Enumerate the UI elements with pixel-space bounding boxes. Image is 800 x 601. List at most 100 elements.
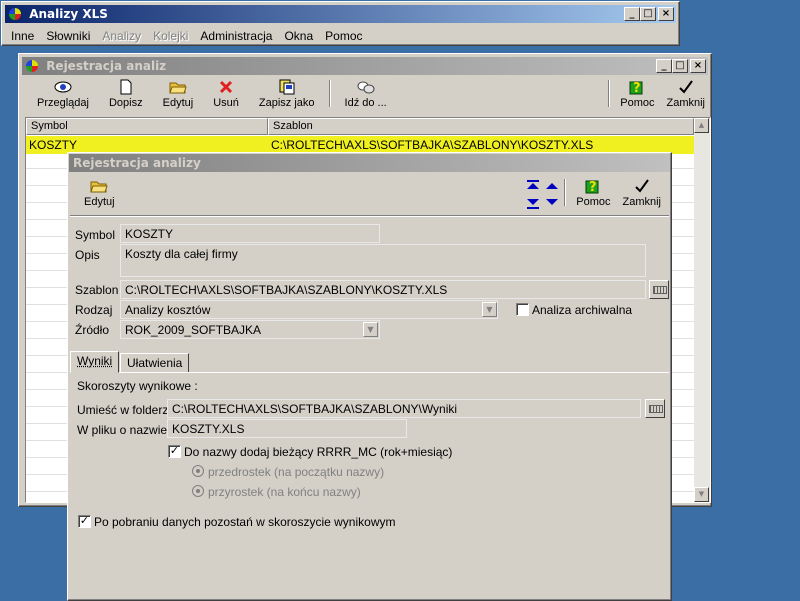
tab-wyniki[interactable]: Wyniki (70, 351, 120, 373)
cell-szablon: C:\ROLTECH\AXLS\SOFTBAJKA\SZABLONY\KOSZT… (271, 138, 594, 152)
main-window: Analizy XLS _ □ × Inne Słowniki Analizy … (1, 1, 680, 46)
szablon-label: Szablon (75, 283, 119, 297)
close-button[interactable]: × (690, 59, 706, 73)
add-date-checkbox[interactable]: ✓ (168, 445, 181, 458)
app-logo-icon (26, 60, 38, 72)
help-icon: ? (627, 78, 647, 96)
delete-x-icon (216, 78, 236, 96)
main-menu-bar: Inne Słowniki Analizy Kolejki Administra… (5, 26, 676, 46)
dialog-edytuj-button[interactable]: Edytuj (74, 177, 125, 208)
tab-panel-border (70, 372, 669, 373)
stay-in-workbook-checkbox[interactable]: ✓ (78, 515, 91, 528)
opis-label: Opis (75, 248, 100, 262)
svg-text:?: ? (633, 81, 641, 95)
symbol-label: Symbol (75, 228, 116, 242)
file-label: W pliku o nazwie (77, 423, 168, 437)
column-header-szablon[interactable]: Szablon (268, 118, 694, 135)
registration-toolbar: Przeglądaj Dopisz Edytuj Usuń Zapisz jak… (27, 78, 397, 109)
pomoc-button[interactable]: ? Pomoc (614, 78, 660, 109)
add-date-label: Do nazwy dodaj bieżący RRRR_MC (rok+mies… (184, 445, 453, 459)
save-as-icon (277, 78, 297, 96)
skoroszyty-heading: Skoroszyty wynikowe : (77, 379, 198, 393)
svg-text:?: ? (589, 180, 597, 194)
maximize-button[interactable]: □ (672, 59, 688, 73)
toolbar-divider (70, 215, 669, 217)
open-folder-icon (168, 78, 188, 96)
prefix-radio-label: przedrostek (na początku nazwy) (208, 465, 385, 479)
opis-field[interactable]: Koszty dla całej firmy (120, 244, 646, 277)
record-navigation (526, 179, 562, 213)
dialog-pomoc-button[interactable]: ? Pomoc (570, 177, 616, 208)
app-logo-icon (9, 8, 21, 20)
dialog-title-text: Rejestracja analizy (73, 156, 201, 170)
toolbar-separator (564, 179, 567, 206)
menu-slowniki[interactable]: Słowniki (40, 26, 96, 46)
analiza-archiwalna-label: Analiza archiwalna (532, 303, 633, 317)
rodzaj-select[interactable]: Analizy kosztów (120, 300, 498, 319)
open-folder-icon (89, 177, 109, 195)
stay-in-workbook-label: Po pobraniu danych pozostań w skoroszyci… (94, 515, 396, 529)
menu-okna[interactable]: Okna (278, 26, 319, 46)
toolbar-separator (328, 80, 331, 107)
previous-record-icon[interactable] (546, 183, 558, 189)
help-icon: ? (583, 177, 603, 195)
checkmark-icon (632, 177, 652, 195)
go-to-icon (356, 78, 376, 96)
scroll-up-button[interactable]: ▲ (694, 118, 709, 133)
menu-analizy[interactable]: Analizy (96, 26, 147, 46)
symbol-field[interactable]: KOSZTY (120, 224, 380, 243)
menu-administracja[interactable]: Administracja (194, 26, 278, 46)
zapisz-jako-button[interactable]: Zapisz jako (249, 78, 325, 109)
rodzaj-dropdown-icon[interactable]: ▼ (482, 302, 497, 317)
minimize-button[interactable]: _ (624, 7, 640, 21)
idz-do-button[interactable]: Idź do ... (335, 78, 397, 109)
prefix-radio[interactable] (192, 465, 204, 477)
new-document-icon (116, 78, 136, 96)
menu-inne[interactable]: Inne (5, 26, 40, 46)
main-title-text: Analizy XLS (29, 7, 108, 21)
registration-title-bar[interactable]: Rejestracja analiz _ □ × (22, 57, 708, 75)
menu-kolejki[interactable]: Kolejki (147, 26, 194, 46)
szablon-field[interactable]: C:\ROLTECH\AXLS\SOFTBAJKA\SZABLONY\KOSZT… (120, 280, 646, 299)
checkmark-icon (676, 78, 696, 96)
cell-symbol: KOSZTY (29, 138, 78, 152)
eye-icon (53, 78, 73, 96)
last-record-icon[interactable] (527, 199, 539, 209)
file-field[interactable]: KOSZTY.XLS (167, 419, 407, 438)
column-header-symbol[interactable]: Symbol (26, 118, 268, 135)
analiza-archiwalna-checkbox[interactable] (516, 303, 529, 316)
edytuj-button[interactable]: Edytuj (153, 78, 204, 109)
zrodlo-select[interactable]: ROK_2009_SOFTBAJKA (120, 320, 380, 339)
szablon-browse-button[interactable] (649, 280, 669, 299)
dialog-toolbar-left: Edytuj (74, 177, 125, 208)
toolbar-separator (608, 80, 611, 107)
usun-button[interactable]: Usuń (203, 78, 249, 109)
folder-field[interactable]: C:\ROLTECH\AXLS\SOFTBAJKA\SZABLONY\Wynik… (167, 399, 641, 418)
przegladaj-button[interactable]: Przeglądaj (27, 78, 99, 109)
first-record-icon[interactable] (527, 180, 539, 189)
dialog-title-bar[interactable]: Rejestracja analizy (69, 154, 670, 172)
vertical-scrollbar[interactable]: ▲ ▼ (694, 118, 710, 502)
menu-pomoc[interactable]: Pomoc (319, 26, 368, 46)
maximize-button[interactable]: □ (640, 7, 656, 21)
dialog-zamknij-button[interactable]: Zamknij (616, 177, 667, 208)
folder-label: Umieść w folderze (77, 403, 176, 417)
next-record-icon[interactable] (546, 199, 558, 205)
close-button[interactable]: × (658, 7, 674, 21)
analysis-dialog: Rejestracja analizy Edytuj ? Pomoc Zamkn… (67, 152, 672, 601)
dopisz-button[interactable]: Dopisz (99, 78, 153, 109)
zrodlo-label: Źródło (75, 323, 110, 337)
registration-toolbar-right: ? Pomoc Zamknij (604, 78, 711, 109)
tab-ulatwienia[interactable]: Ułatwienia (120, 353, 190, 373)
registration-title-text: Rejestracja analiz (46, 59, 167, 73)
suffix-radio-label: przyrostek (na końcu nazwy) (208, 485, 361, 499)
zrodlo-dropdown-icon[interactable]: ▼ (363, 322, 378, 337)
minimize-button[interactable]: _ (656, 59, 672, 73)
folder-browse-button[interactable] (645, 399, 665, 418)
dialog-toolbar-right: ? Pomoc Zamknij (560, 177, 667, 208)
suffix-radio[interactable] (192, 485, 204, 497)
main-title-bar[interactable]: Analizy XLS _ □ × (5, 5, 676, 23)
zamknij-button[interactable]: Zamknij (660, 78, 711, 109)
scroll-down-button[interactable]: ▼ (694, 487, 709, 502)
rodzaj-label: Rodzaj (75, 303, 113, 317)
